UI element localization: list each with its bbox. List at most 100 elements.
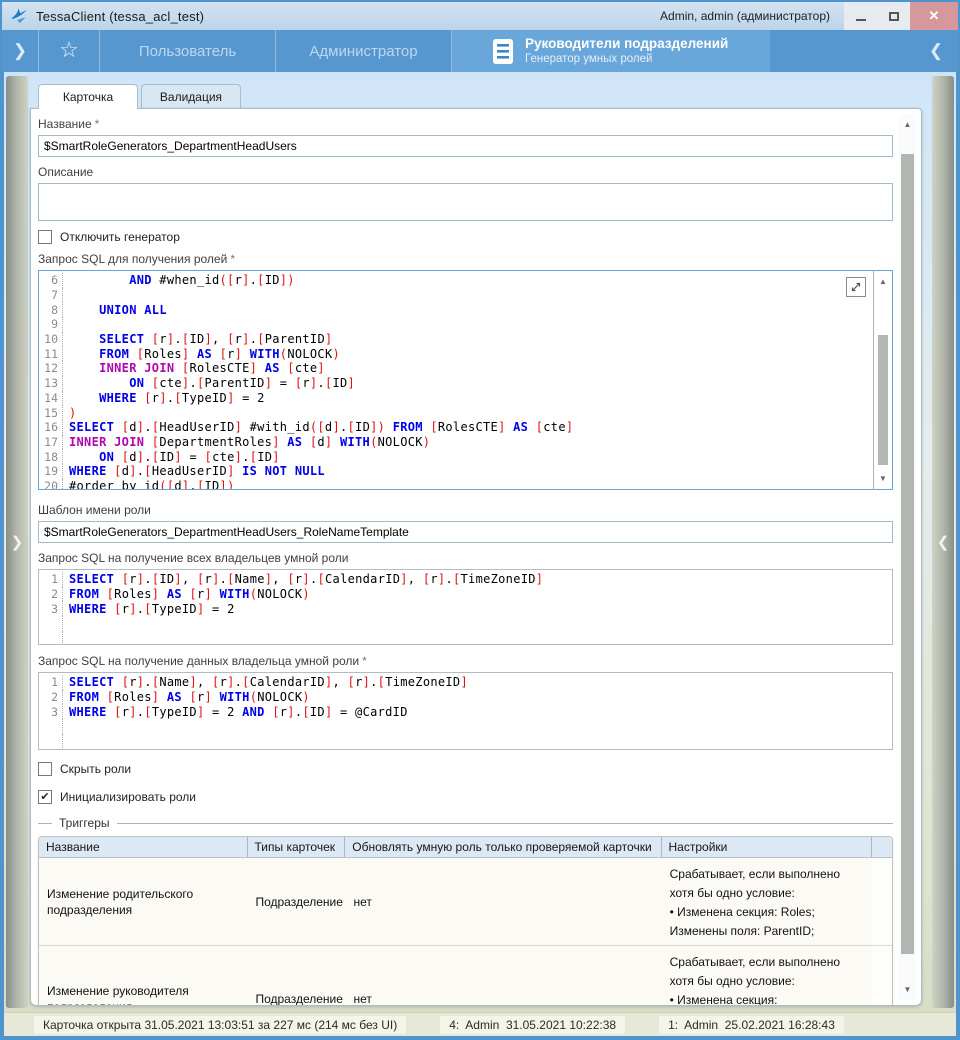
table-row[interactable]: Изменение руководителя подразделенияПодр…: [39, 946, 892, 1006]
scroll-up-icon[interactable]: ▲: [874, 277, 892, 286]
status-modified-info: 4: Admin 31.05.2021 10:22:38: [440, 1016, 625, 1034]
triggers-table: Название Типы карточек Обновлять умную р…: [38, 836, 893, 1006]
title-bar: TessaClient (tessa_acl_test) Admin, admi…: [2, 2, 958, 30]
column-header-settings[interactable]: Настройки: [662, 837, 873, 857]
roles-sql-label: Запрос SQL для получения ролей*: [38, 252, 893, 267]
trigger-settings-cell: Срабатывает, если выполнено хотя бы одно…: [662, 858, 872, 945]
status-card-opened: Карточка открыта 31.05.2021 13:03:51 за …: [34, 1016, 406, 1034]
name-field-label: Название*: [38, 117, 893, 132]
trigger-update-only-cell: нет: [345, 946, 661, 1006]
expand-editor-button[interactable]: [846, 277, 866, 297]
nav-back-chevron-button[interactable]: ❯: [2, 30, 38, 72]
disable-generator-label: Отключить генератор: [60, 230, 180, 244]
main-scrollbar[interactable]: ▲ ▼: [899, 114, 916, 1000]
code-line: 19WHERE [d].[HeadUserID] IS NOT NULL: [39, 464, 892, 479]
code-line-empty: [39, 734, 892, 749]
scroll-down-icon[interactable]: ▼: [874, 474, 892, 483]
description-input[interactable]: [38, 183, 893, 221]
name-input[interactable]: $SmartRoleGenerators_DepartmentHeadUsers: [38, 135, 893, 157]
editor-scrollbar-thumb[interactable]: [878, 335, 888, 465]
status-created-info: 1: Admin 25.02.2021 16:28:43: [659, 1016, 844, 1034]
content-area: ❯ ❮ Карточка Валидация Название* $SmartR…: [4, 72, 956, 1012]
code-line: 3WHERE [r].[TypeID] = 2 AND [r].[ID] = @…: [39, 704, 892, 719]
chevron-left-icon: ❮: [937, 533, 950, 551]
roles-sql-editor[interactable]: 6 AND #when_id([r].[ID])78 UNION ALL910 …: [38, 270, 893, 490]
code-line: 14 WHERE [r].[TypeID] = 2: [39, 391, 892, 406]
owners-sql-editor[interactable]: 1SELECT [r].[ID], [r].[Name], [r].[Calen…: [38, 569, 893, 645]
minimize-button[interactable]: [844, 2, 877, 30]
chevron-right-icon: ❯: [13, 41, 27, 61]
template-input[interactable]: $SmartRoleGenerators_DepartmentHeadUsers…: [38, 521, 893, 543]
table-scroll-column[interactable]: [872, 858, 892, 945]
trigger-settings-cell: Срабатывает, если выполнено хотя бы одно…: [662, 946, 872, 1006]
current-user-label: Admin, admin (администратор): [660, 9, 830, 23]
disable-generator-checkbox[interactable]: [38, 230, 52, 244]
code-line: 11 FROM [Roles] AS [r] WITH(NOLOCK): [39, 346, 892, 361]
trigger-card-types-cell: Подразделение: [247, 858, 345, 945]
column-header-update-only[interactable]: Обновлять умную роль только проверяемой …: [345, 837, 661, 857]
app-logo-icon: [10, 7, 28, 25]
owner-data-sql-label: Запрос SQL на получение данных владельца…: [38, 654, 893, 669]
code-line: 6 AND #when_id([r].[ID]): [39, 273, 892, 288]
code-line: 7: [39, 288, 892, 303]
right-panel-expander[interactable]: ❮: [932, 76, 954, 1008]
code-line: 2FROM [Roles] AS [r] WITH(NOLOCK): [39, 587, 892, 602]
triggers-table-body: Изменение родительского подразделенияПод…: [39, 858, 892, 1006]
main-scrollbar-thumb[interactable]: [901, 154, 914, 954]
scroll-down-icon[interactable]: ▼: [899, 985, 916, 994]
tab-card[interactable]: Карточка: [38, 84, 138, 109]
column-header-card-types[interactable]: Типы карточек: [248, 837, 346, 857]
nav-tab-active-card[interactable]: Руководители подразделений Генератор умн…: [452, 30, 770, 72]
star-icon: ☆: [59, 37, 79, 63]
tab-validation[interactable]: Валидация: [141, 84, 241, 108]
trigger-name-cell: Изменение родительского подразделения: [39, 858, 247, 945]
owners-sql-label: Запрос SQL на получение всех владельцев …: [38, 551, 893, 566]
document-icon: [492, 38, 514, 65]
disable-generator-checkbox-row: Отключить генератор: [38, 229, 893, 244]
nav-tab-admin[interactable]: Администратор: [276, 30, 451, 72]
app-window: TessaClient (tessa_acl_test) Admin, admi…: [0, 0, 960, 1040]
hide-roles-checkbox[interactable]: [38, 762, 52, 776]
nav-forward-chevron-button[interactable]: ❮: [914, 30, 958, 72]
card-panel: Карточка Валидация Название* $SmartRoleG…: [30, 84, 922, 1006]
maximize-icon: [889, 12, 899, 21]
code-line: 20#order_by_id([d].[ID]): [39, 479, 892, 490]
template-field-label: Шаблон имени роли: [38, 503, 893, 518]
chevron-left-icon: ❮: [929, 41, 943, 61]
card-panel-body: Название* $SmartRoleGenerators_Departmen…: [30, 108, 922, 1006]
code-line: 1SELECT [r].[ID], [r].[Name], [r].[Calen…: [39, 572, 892, 587]
column-header-name[interactable]: Название: [39, 837, 248, 857]
code-line-empty: [39, 631, 892, 645]
minimize-icon: [856, 19, 866, 21]
left-panel-expander[interactable]: ❯: [6, 76, 28, 1008]
code-line: 3WHERE [r].[TypeID] = 2: [39, 601, 892, 616]
code-line: 16SELECT [d].[HeadUserID] #with_id([d].[…: [39, 420, 892, 435]
active-card-title: Руководители подразделений: [525, 36, 728, 52]
active-card-subtitle: Генератор умных ролей: [525, 52, 728, 66]
init-roles-checkbox[interactable]: ✔: [38, 790, 52, 804]
trigger-update-only-cell: нет: [345, 858, 661, 945]
chevron-right-icon: ❯: [11, 533, 24, 551]
card-form: Название* $SmartRoleGenerators_Departmen…: [31, 109, 921, 1005]
code-line: 18 ON [d].[ID] = [cte].[ID]: [39, 449, 892, 464]
table-row[interactable]: Изменение родительского подразделенияПод…: [39, 858, 892, 946]
code-line: 12 INNER JOIN [RolesCTE] AS [cte]: [39, 361, 892, 376]
hide-roles-label: Скрыть роли: [60, 762, 131, 776]
maximize-button[interactable]: [877, 2, 910, 30]
status-bar: Карточка открыта 31.05.2021 13:03:51 за …: [4, 1012, 956, 1036]
code-line-empty: [39, 719, 892, 734]
code-line: 9: [39, 317, 892, 332]
page-tabs: Карточка Валидация: [30, 84, 922, 108]
code-line: 17INNER JOIN [DepartmentRoles] AS [d] WI…: [39, 435, 892, 450]
close-button[interactable]: ✕: [910, 2, 958, 30]
editor-scrollbar[interactable]: ▲ ▼: [873, 271, 892, 489]
favorites-button[interactable]: ☆: [39, 30, 99, 72]
code-line: 2FROM [Roles] AS [r] WITH(NOLOCK): [39, 690, 892, 705]
triggers-group-label: Триггеры: [59, 816, 110, 830]
code-line: 13 ON [cte].[ParentID] = [r].[ID]: [39, 376, 892, 391]
close-icon: ✕: [929, 8, 940, 24]
scroll-up-icon[interactable]: ▲: [899, 120, 916, 129]
owner-data-sql-editor[interactable]: 1SELECT [r].[Name], [r].[CalendarID], [r…: [38, 672, 893, 750]
table-scroll-column[interactable]: ▼: [872, 946, 892, 1006]
nav-tab-user[interactable]: Пользователь: [100, 30, 275, 72]
